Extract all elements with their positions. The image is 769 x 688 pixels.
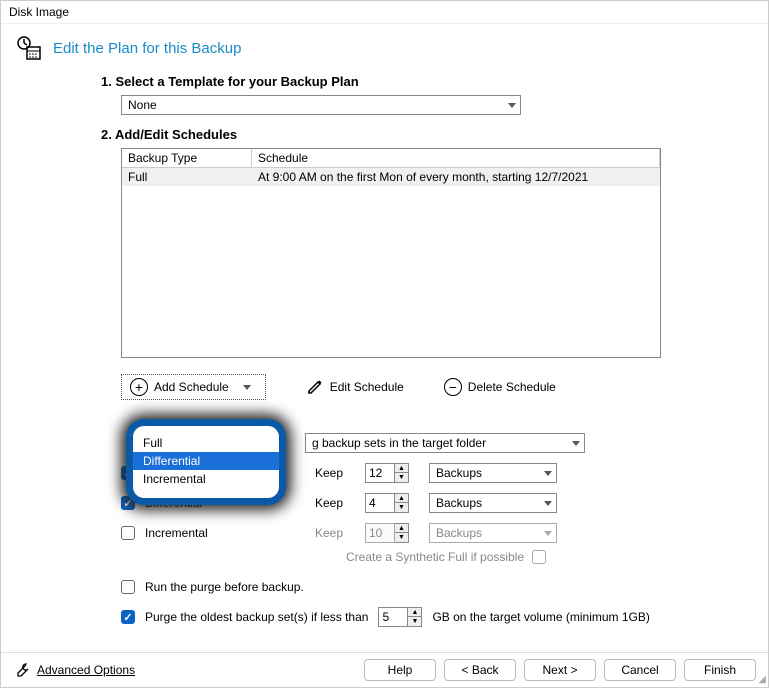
add-schedule-button[interactable]: + Add Schedule	[121, 374, 266, 400]
window-title: Disk Image	[1, 1, 768, 24]
keep-label: Keep	[315, 496, 355, 510]
cancel-button[interactable]: Cancel	[604, 659, 676, 681]
retention-method-select[interactable]: g backup sets in the target folder	[305, 433, 585, 453]
run-purge-checkbox[interactable]	[121, 580, 135, 594]
keep-label: Keep	[315, 526, 355, 540]
full-keep-input[interactable]	[365, 463, 395, 483]
keep-label: Keep	[315, 466, 355, 480]
next-button[interactable]: Next >	[524, 659, 596, 681]
run-purge-label: Run the purge before backup.	[145, 580, 304, 594]
pencil-icon	[306, 378, 324, 396]
col-schedule: Schedule	[252, 149, 660, 167]
chevron-down-icon	[508, 103, 516, 108]
diff-unit-select[interactable]: Backups	[429, 493, 557, 513]
resize-grip-icon[interactable]: ◢	[758, 674, 766, 685]
finish-button[interactable]: Finish	[684, 659, 756, 681]
synthetic-label: Create a Synthetic Full if possible	[346, 550, 524, 564]
page-title: Edit the Plan for this Backup	[53, 40, 241, 57]
chevron-down-icon	[572, 441, 580, 446]
spinner-buttons: ▲▼	[395, 523, 409, 543]
delete-schedule-label: Delete Schedule	[468, 380, 556, 394]
spinner-buttons[interactable]: ▲▼	[408, 607, 422, 627]
cell-schedule: At 9:00 AM on the first Mon of every mon…	[252, 168, 660, 186]
inc-keep-input	[365, 523, 395, 543]
plan-icon	[15, 34, 43, 62]
col-backup-type: Backup Type	[122, 149, 252, 167]
purge-oldest-post: GB on the target volume (minimum 1GB)	[432, 610, 649, 624]
inc-checkbox[interactable]	[121, 526, 135, 540]
help-button[interactable]: Help	[364, 659, 436, 681]
cell-type: Full	[122, 168, 252, 186]
advanced-options-link[interactable]: Advanced Options	[37, 663, 135, 677]
inc-label: Incremental	[145, 526, 305, 540]
template-select[interactable]: None	[121, 95, 521, 115]
section-template-title: 1. Select a Template for your Backup Pla…	[101, 74, 748, 89]
edit-schedule-button[interactable]: Edit Schedule	[306, 378, 404, 396]
full-unit-select[interactable]: Backups	[429, 463, 557, 483]
add-schedule-menu: Full Differential Incremental	[126, 419, 286, 505]
purge-oldest-pre: Purge the oldest backup set(s) if less t…	[145, 610, 368, 624]
retention-method-value: g backup sets in the target folder	[312, 436, 486, 450]
menu-item-incremental[interactable]: Incremental	[133, 470, 279, 488]
menu-item-full[interactable]: Full	[133, 434, 279, 452]
chevron-down-icon	[544, 471, 552, 476]
purge-gb-input[interactable]	[378, 607, 408, 627]
purge-oldest-checkbox[interactable]	[121, 610, 135, 624]
section-schedules-title: 2. Add/Edit Schedules	[101, 127, 748, 142]
chevron-down-icon	[544, 501, 552, 506]
table-row[interactable]: Full At 9:00 AM on the first Mon of ever…	[122, 168, 660, 186]
diff-keep-input[interactable]	[365, 493, 395, 513]
schedule-table[interactable]: Backup Type Schedule Full At 9:00 AM on …	[121, 148, 661, 358]
chevron-down-icon	[544, 531, 552, 536]
wrench-icon	[13, 661, 31, 679]
chevron-down-icon	[243, 385, 251, 390]
edit-schedule-label: Edit Schedule	[330, 380, 404, 394]
template-value: None	[128, 98, 157, 112]
delete-schedule-button[interactable]: − Delete Schedule	[444, 378, 556, 396]
plus-icon: +	[130, 378, 148, 396]
minus-icon: −	[444, 378, 462, 396]
spinner-buttons[interactable]: ▲▼	[395, 463, 409, 483]
synthetic-checkbox	[532, 550, 546, 564]
add-schedule-label: Add Schedule	[154, 380, 229, 394]
spinner-buttons[interactable]: ▲▼	[395, 493, 409, 513]
back-button[interactable]: < Back	[444, 659, 516, 681]
inc-unit-select: Backups	[429, 523, 557, 543]
menu-item-differential[interactable]: Differential	[133, 452, 279, 470]
